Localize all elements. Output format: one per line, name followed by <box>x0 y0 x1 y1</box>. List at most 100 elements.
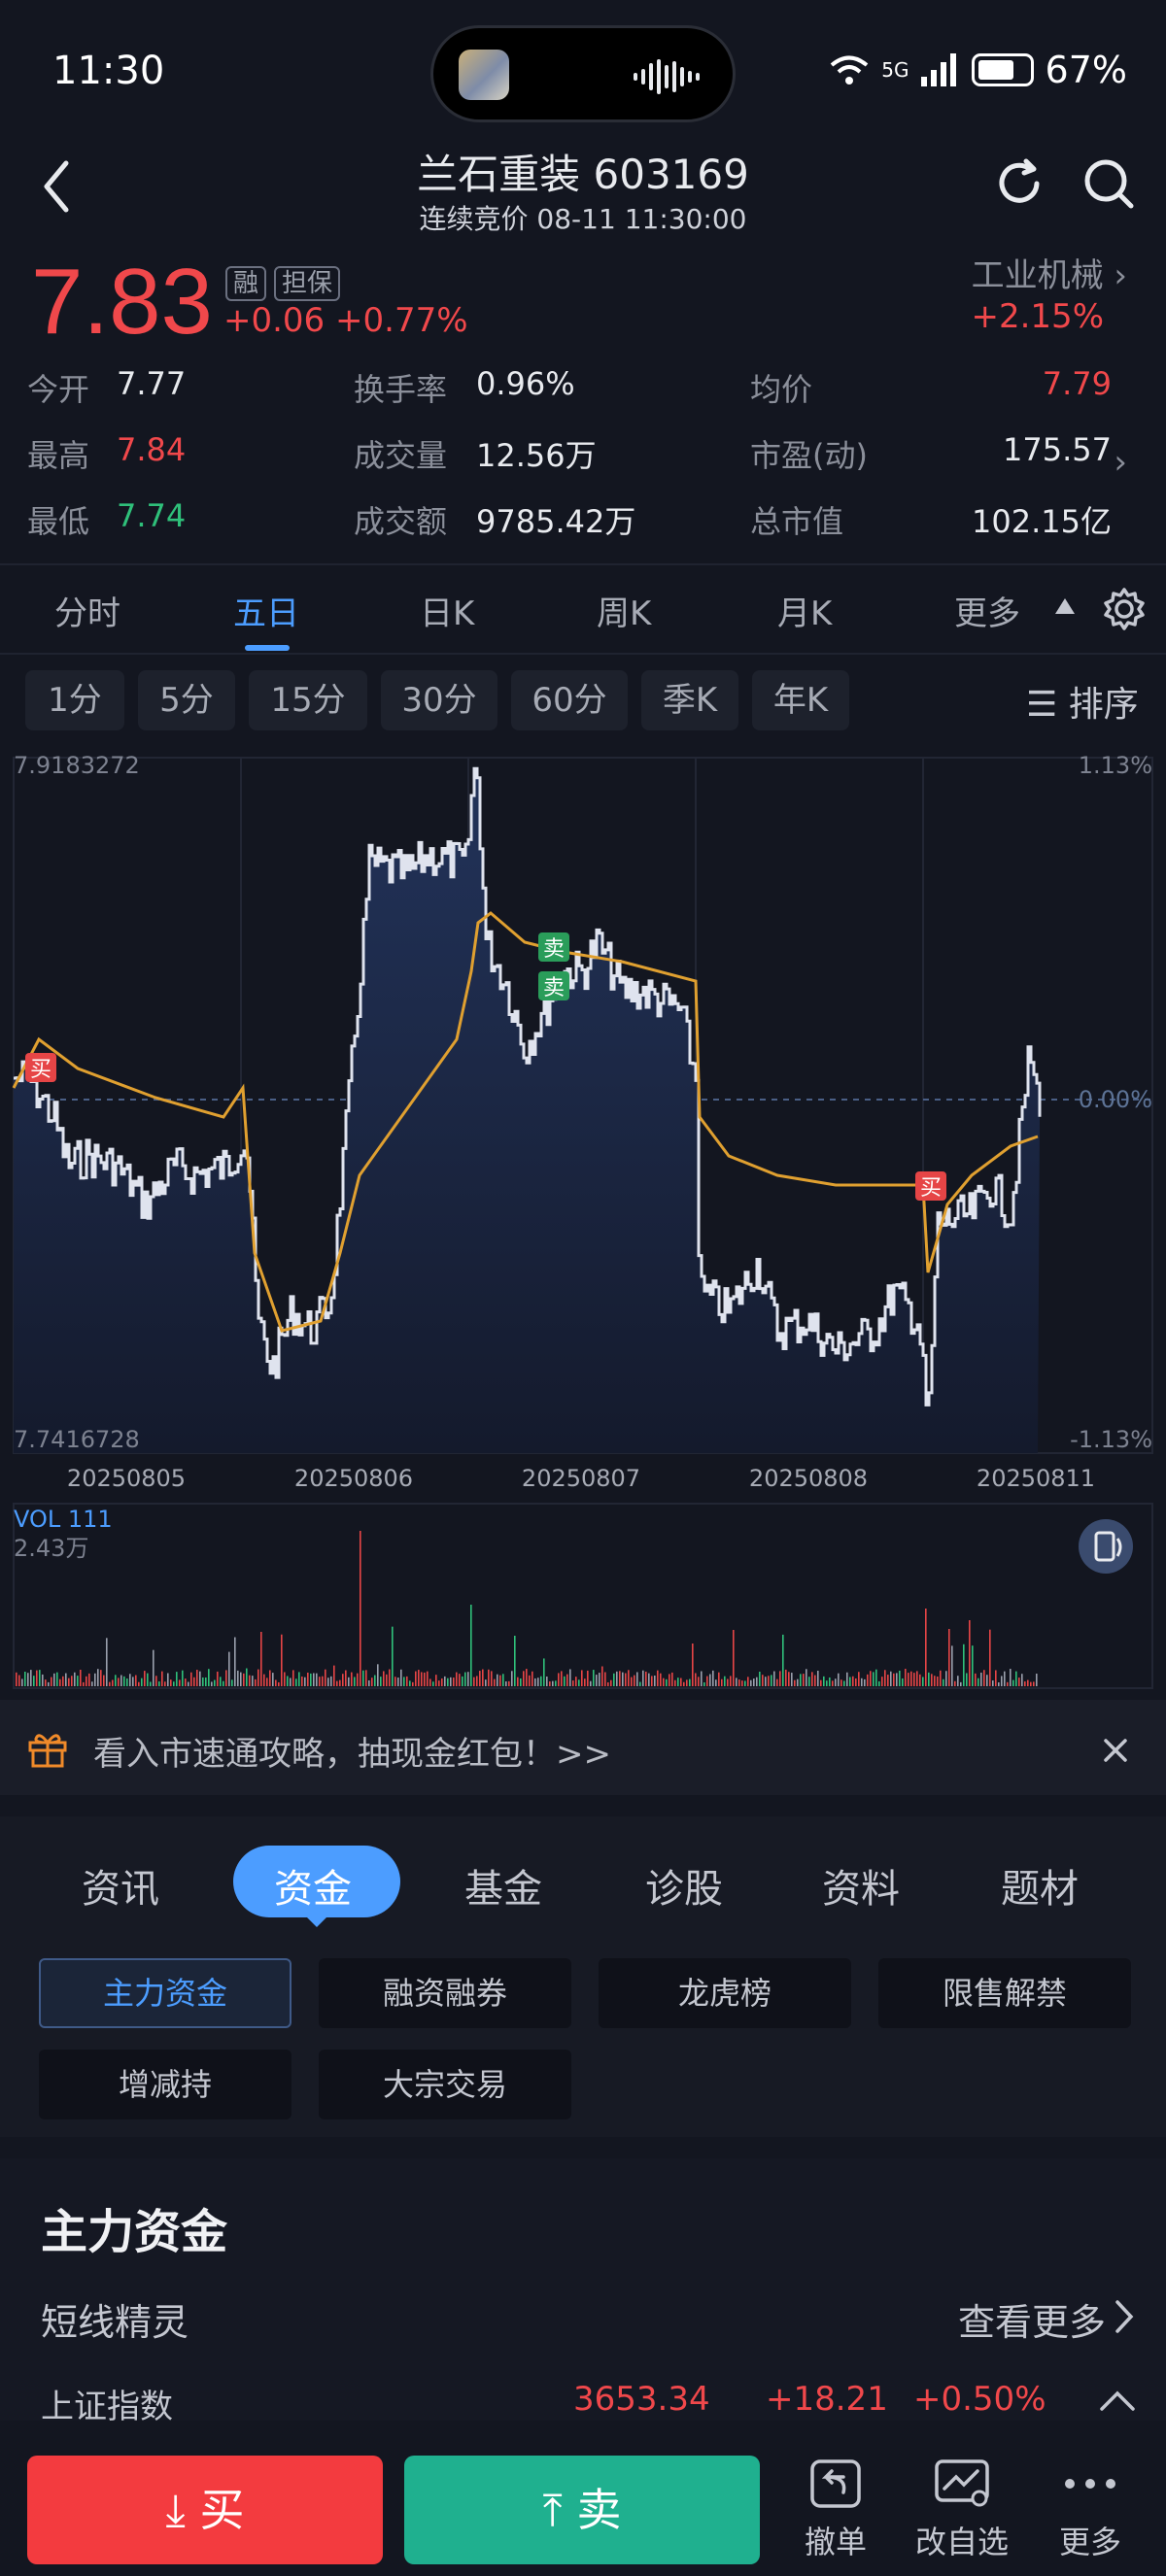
price-area <box>14 768 1040 1453</box>
volume-bar <box>931 1674 933 1686</box>
volume-bar <box>307 1672 309 1686</box>
volume-bar <box>1024 1681 1026 1686</box>
stat-value: 12.56万 <box>476 437 597 474</box>
industry-change: +2.15% <box>971 297 1105 336</box>
interval-chip[interactable]: 60分 <box>511 670 628 730</box>
volume-bar <box>435 1675 437 1686</box>
volume-bar <box>272 1673 274 1686</box>
wifi-icon <box>831 55 869 85</box>
fund-chip[interactable]: 增减持 <box>39 2050 292 2119</box>
network-type: 5G <box>881 58 909 82</box>
volume-bar <box>963 1644 965 1686</box>
rotate-screen-icon[interactable] <box>1077 1517 1135 1576</box>
volume-bar <box>817 1671 819 1686</box>
volume-bar <box>476 1676 478 1686</box>
volume-bar <box>768 1676 770 1686</box>
svg-text:卖: 卖 <box>543 976 565 1000</box>
volume-bar <box>1007 1681 1009 1686</box>
volume-bar <box>190 1672 192 1686</box>
interval-chip[interactable]: 5分 <box>138 670 235 730</box>
volume-bar <box>255 1678 257 1686</box>
fund-chip[interactable]: 限售解禁 <box>878 1958 1131 2028</box>
interval-chip[interactable]: 15分 <box>249 670 367 730</box>
info-tab[interactable]: 诊股 <box>645 1857 723 1914</box>
volume-bar <box>785 1669 787 1686</box>
volume-bar <box>686 1679 688 1686</box>
info-tab[interactable]: 资讯 <box>82 1857 159 1914</box>
volume-bar <box>596 1675 598 1686</box>
volume-bar <box>42 1674 44 1686</box>
volume-bar <box>873 1672 874 1686</box>
price-min-label: 7.7416728 <box>14 1426 140 1453</box>
volume-bar <box>56 1672 58 1686</box>
volume-bar <box>199 1671 201 1686</box>
volume-bar <box>103 1675 105 1686</box>
volume-bar <box>823 1676 825 1686</box>
volume-bar <box>771 1675 772 1686</box>
interval-chip[interactable]: 30分 <box>381 670 497 730</box>
volume-bar <box>604 1672 606 1686</box>
stat-label: 最高 <box>27 437 90 474</box>
info-tab[interactable]: 题材 <box>1001 1857 1079 1914</box>
settings-gear-icon[interactable] <box>1102 587 1147 631</box>
period-tab[interactable]: 日K <box>420 587 474 634</box>
volume-bar <box>607 1681 609 1686</box>
cancel-order-button[interactable]: 撤单 <box>805 2518 867 2562</box>
sell-button[interactable]: ⤒ 卖 <box>404 2456 760 2564</box>
volume-bar <box>141 1678 143 1686</box>
fund-chip[interactable]: 大宗交易 <box>319 2050 571 2119</box>
volume-bar <box>494 1678 496 1686</box>
close-icon[interactable] <box>1102 1737 1129 1764</box>
interval-chip[interactable]: 年K <box>752 670 849 730</box>
volume-bar <box>852 1676 854 1686</box>
chevron-up-icon[interactable] <box>1098 2390 1137 2413</box>
date-label: 20250811 <box>977 1465 1095 1492</box>
info-tab[interactable]: 基金 <box>464 1857 542 1914</box>
volume-bar <box>389 1669 391 1686</box>
fund-chip[interactable]: 龙虎榜 <box>599 1958 851 2028</box>
interval-chip[interactable]: 季K <box>641 670 738 730</box>
stat-value: 7.79 <box>1042 365 1112 402</box>
period-tab[interactable]: 周K <box>597 587 651 634</box>
industry-link[interactable]: 工业机械 › <box>972 249 1127 296</box>
view-more-link[interactable]: 查看更多 <box>958 2292 1106 2346</box>
volume-bar <box>599 1673 600 1686</box>
volume-bar <box>794 1679 796 1686</box>
interval-chip[interactable]: 1分 <box>25 670 124 730</box>
period-tab[interactable]: 分时 <box>54 587 120 634</box>
info-tab[interactable]: 资料 <box>822 1857 900 1914</box>
volume-bar <box>744 1680 746 1686</box>
fund-chip[interactable]: 融资融券 <box>319 1958 571 2028</box>
volume-bar <box>864 1678 866 1686</box>
pe-chevron-icon[interactable]: › <box>1114 443 1127 482</box>
edit-watchlist-button[interactable]: 改自选 <box>915 2518 1009 2562</box>
search-icon[interactable] <box>1080 155 1137 212</box>
fund-chip[interactable]: 主力资金 <box>39 1958 292 2028</box>
volume-bar <box>587 1670 589 1686</box>
period-tab[interactable]: 月K <box>777 587 832 634</box>
volume-bar <box>893 1673 895 1686</box>
period-tab[interactable]: 更多 <box>954 587 1020 634</box>
volume-bar <box>278 1681 280 1686</box>
sort-button[interactable]: ☰ 排序 <box>1026 676 1139 727</box>
volume-bar <box>39 1670 41 1686</box>
volume-bar <box>709 1674 711 1686</box>
more-button[interactable]: 更多 <box>1059 2518 1121 2562</box>
volume-bar <box>896 1673 898 1686</box>
volume-bar <box>120 1675 122 1686</box>
buy-button[interactable]: ⤓ 买 <box>27 2456 383 2564</box>
volume-bar <box>482 1669 484 1686</box>
volume-bar <box>636 1672 638 1686</box>
refresh-icon[interactable] <box>991 155 1047 212</box>
volume-bar <box>572 1680 574 1686</box>
volume-bar <box>295 1678 297 1686</box>
collapse-triangle-icon[interactable] <box>1053 596 1077 616</box>
volume-bar <box>663 1678 665 1686</box>
volume-bar <box>65 1673 67 1686</box>
current-price: 7.83 <box>31 250 213 354</box>
volume-bar <box>642 1670 644 1686</box>
five-day-chart[interactable]: 买买卖卖 7.91832727.74167281.13%0.00%-1.13%2… <box>0 748 1166 1692</box>
period-tab[interactable]: 五日 <box>233 587 299 634</box>
volume-bar <box>228 1651 230 1686</box>
info-tab[interactable]: 资金 <box>274 1857 352 1914</box>
